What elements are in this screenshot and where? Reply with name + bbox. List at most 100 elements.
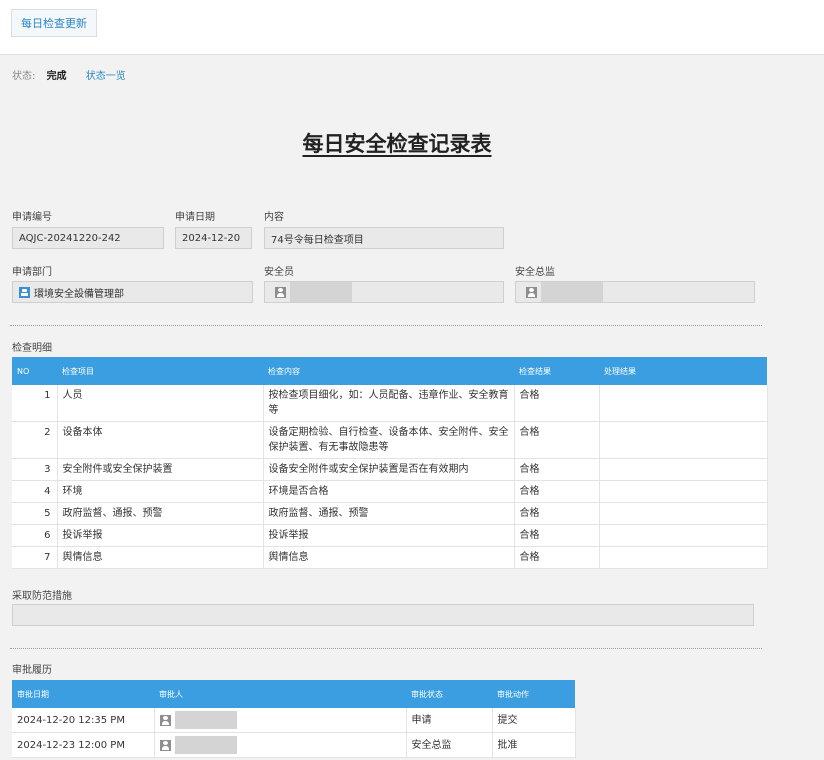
measures-field [12, 604, 754, 626]
row-item: 人员 [57, 385, 264, 422]
top-toolbar: 每日检查更新 [0, 0, 824, 55]
safety-director-field [515, 281, 755, 303]
table-row: 3 安全附件或安全保护装置 设备安全附件或安全保护装置是否在有效期内 合格 [12, 458, 768, 481]
row-result: 合格 [514, 421, 600, 459]
department-value: 環境安全設備管理部 [34, 288, 124, 300]
person-icon [275, 286, 286, 298]
row-item: 政府监督、通报、预警 [57, 502, 264, 525]
page-title: 每日安全检查记录表 [302, 132, 492, 156]
row-item: 设备本体 [57, 421, 264, 459]
department-field: 環境安全設備管理部 [12, 281, 253, 303]
row-content: 环境是否合格 [263, 480, 515, 503]
application-date-label: 申请日期 [175, 212, 215, 223]
row-no: 7 [12, 546, 58, 569]
col-header-status: 审批状态 [406, 680, 492, 708]
col-header-no: NO [12, 357, 57, 385]
approval-history-table: 审批日期 审批人 审批状态 审批动作 2024-12-20 12:35 PM 申… [12, 680, 576, 758]
row-item: 安全附件或安全保护装置 [57, 458, 264, 481]
divider [10, 648, 762, 649]
row-item: 投诉举报 [57, 524, 264, 547]
status-value: 完成 [46, 71, 67, 82]
daily-inspection-update-button[interactable]: 每日检查更新 [11, 9, 97, 37]
row-no: 1 [12, 385, 58, 422]
inspection-details-table: NO 检查项目 检查内容 检查结果 处理结果 1 人员 按检查项目细化，如：人员… [12, 357, 768, 569]
row-content: 设备定期检验、自行检查、设备本体、安全附件、安全保护装置、有无事故隐患等 [263, 421, 515, 459]
row-result: 合格 [514, 458, 600, 481]
row-approver [154, 708, 407, 733]
content-label: 内容 [264, 212, 284, 223]
application-date-field: 2024-12-20 [175, 227, 252, 249]
col-header-approver: 审批人 [154, 680, 406, 708]
table-row: 2024-12-20 12:35 PM 申请 提交 [12, 708, 576, 733]
table-header-row: 审批日期 审批人 审批状态 审批动作 [12, 680, 575, 708]
row-no: 2 [12, 421, 58, 459]
row-result: 合格 [514, 502, 600, 525]
row-content: 投诉举报 [263, 524, 515, 547]
status-list-link[interactable]: 状态一览 [86, 71, 126, 82]
details-section-label: 检查明细 [12, 343, 52, 354]
row-handling [599, 421, 768, 459]
row-handling [599, 385, 768, 422]
table-row: 2024-12-23 12:00 PM 安全总监 批准 [12, 732, 576, 758]
redacted-name [290, 282, 352, 302]
content-field: 74号令每日检查项目 [264, 227, 504, 249]
table-row: 4 环境 环境是否合格 合格 [12, 480, 768, 503]
divider [10, 325, 762, 326]
safety-officer-label: 安全员 [264, 267, 294, 278]
row-content: 政府监督、通报、预警 [263, 502, 515, 525]
col-header-handling: 处理结果 [599, 357, 767, 385]
table-row: 1 人员 按检查项目细化，如：人员配备、违章作业、安全教育等 合格 [12, 385, 768, 422]
person-icon [159, 739, 171, 751]
row-action: 批准 [492, 732, 576, 758]
safety-officer-field [264, 281, 504, 303]
table-row: 5 政府监督、通报、预警 政府监督、通报、预警 合格 [12, 502, 768, 525]
redacted-name [541, 282, 603, 302]
application-no-label: 申请编号 [12, 212, 52, 223]
row-item: 舆情信息 [57, 546, 264, 569]
row-content: 设备安全附件或安全保护装置是否在有效期内 [263, 458, 515, 481]
row-no: 5 [12, 502, 58, 525]
row-status: 安全总监 [406, 732, 493, 758]
col-header-item: 检查项目 [57, 357, 263, 385]
row-result: 合格 [514, 546, 600, 569]
row-result: 合格 [514, 524, 600, 547]
safety-director-label: 安全总监 [515, 267, 555, 278]
row-status: 申请 [406, 708, 493, 733]
row-handling [599, 546, 768, 569]
col-header-action: 审批动作 [492, 680, 575, 708]
department-label: 申请部门 [12, 267, 52, 278]
person-icon [526, 286, 537, 298]
person-icon [159, 714, 171, 726]
department-icon [19, 286, 30, 298]
row-date: 2024-12-20 12:35 PM [12, 708, 155, 733]
col-header-date: 审批日期 [12, 680, 154, 708]
table-header-row: NO 检查项目 检查内容 检查结果 处理结果 [12, 357, 767, 385]
row-handling [599, 524, 768, 547]
redacted-name [174, 736, 237, 754]
col-header-content: 检查内容 [263, 357, 514, 385]
table-row: 2 设备本体 设备定期检验、自行检查、设备本体、安全附件、安全保护装置、有无事故… [12, 421, 768, 459]
row-handling [599, 502, 768, 525]
row-handling [599, 480, 768, 503]
row-item: 环境 [57, 480, 264, 503]
table-row: 7 舆情信息 舆情信息 合格 [12, 546, 768, 569]
history-section-label: 审批履历 [12, 665, 52, 676]
row-result: 合格 [514, 480, 600, 503]
row-no: 4 [12, 480, 58, 503]
row-action: 提交 [492, 708, 576, 733]
table-row: 6 投诉举报 投诉举报 合格 [12, 524, 768, 547]
col-header-result: 检查结果 [514, 357, 599, 385]
row-content: 舆情信息 [263, 546, 515, 569]
row-result: 合格 [514, 385, 600, 422]
row-date: 2024-12-23 12:00 PM [12, 732, 155, 758]
row-approver [154, 732, 407, 758]
row-no: 3 [12, 458, 58, 481]
row-handling [599, 458, 768, 481]
redacted-name [174, 711, 237, 729]
measures-label: 采取防范措施 [12, 591, 72, 602]
status-label: 状态: [12, 71, 36, 82]
row-content: 按检查项目细化，如：人员配备、违章作业、安全教育等 [263, 385, 515, 422]
status-bar: 状态: 完成 状态一览 [12, 67, 126, 82]
application-no-field: AQJC-20241220-242 [12, 227, 164, 249]
row-no: 6 [12, 524, 58, 547]
